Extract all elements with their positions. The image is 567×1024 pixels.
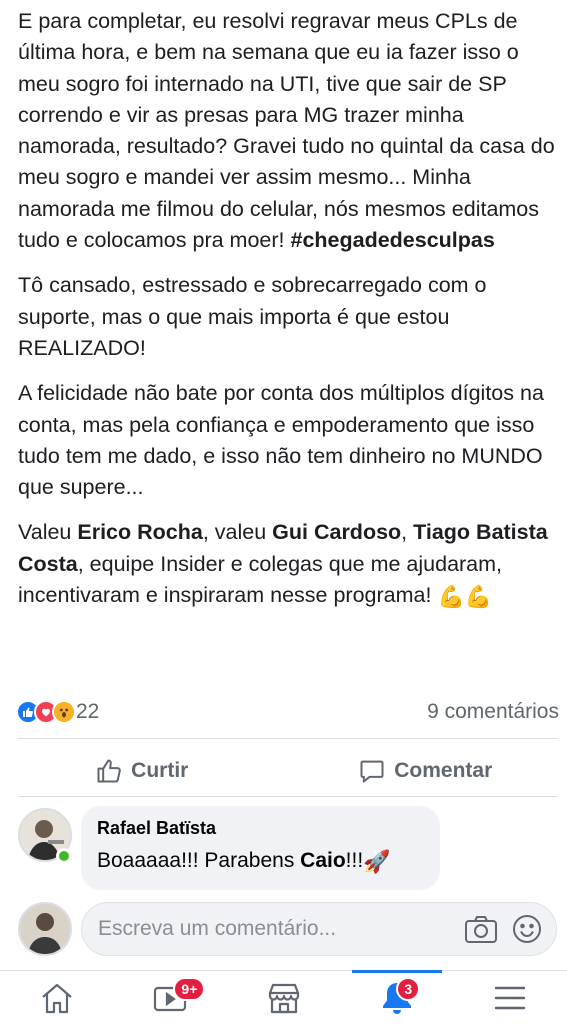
reactions-bar: 22 9 comentários — [16, 698, 559, 726]
comment-button[interactable]: Comentar — [284, 748, 567, 794]
text-segment: , — [401, 520, 414, 545]
reactions-summary[interactable]: 22 — [16, 700, 99, 724]
comment-author[interactable]: Rafael Batïsta — [97, 818, 424, 839]
comment-input-placeholder: Escreva um comentário... — [98, 917, 337, 940]
menu-icon — [495, 986, 526, 1009]
tab-watch[interactable]: 9+ — [113, 971, 226, 1024]
notifications-badge: 3 — [396, 977, 421, 1001]
tab-home[interactable] — [0, 971, 113, 1024]
like-button[interactable]: Curtir — [0, 748, 284, 794]
post-paragraph-4: Valeu Erico Rocha, valeu Gui Cardoso, Ti… — [18, 517, 558, 612]
tab-marketplace[interactable] — [227, 971, 340, 1024]
reaction-icons — [16, 700, 76, 724]
mention-link[interactable]: Caio — [300, 849, 346, 872]
text-segment: , valeu — [202, 520, 273, 545]
bottom-tab-bar: 9+ 3 — [0, 970, 567, 1024]
marketplace-icon — [268, 983, 299, 1013]
speech-bubble-icon — [360, 760, 384, 783]
tab-menu[interactable] — [454, 971, 567, 1024]
online-status-dot — [56, 848, 72, 864]
input-icons — [450, 914, 542, 944]
reaction-count: 22 — [76, 700, 100, 723]
avatar — [18, 902, 72, 956]
post-paragraph-1: E para completar, eu resolvi regravar me… — [18, 6, 558, 256]
comment-bubble[interactable]: Rafael Batïsta Boaaaaa!!! Parabens Caio!… — [81, 806, 440, 890]
comment-count-link[interactable]: 9 comentários — [427, 700, 559, 724]
text-segment: Valeu — [18, 520, 78, 545]
rocket-emoji: 🚀 — [363, 849, 391, 874]
post-paragraph-3: A felicidade não bate por conta dos múlt… — [18, 381, 544, 500]
text-segment: !!! — [345, 849, 364, 872]
comment-item: Rafael Batïsta Boaaaaa!!! Parabens Caio!… — [18, 806, 558, 892]
post-actions: Curtir Comentar — [0, 748, 567, 794]
post-text: E para completar, eu resolvi regravar me… — [18, 6, 558, 626]
hashtag-link[interactable]: #chegadedesculpas — [290, 228, 494, 252]
comment-text: Boaaaaa!!! Parabens Caio!!!🚀 — [97, 849, 424, 875]
emoji-icon[interactable] — [512, 914, 542, 944]
home-icon — [41, 983, 72, 1013]
mention-link[interactable]: Erico Rocha — [77, 520, 202, 544]
text-segment: Boaaaaa!!! Parabens — [97, 849, 301, 872]
thumbs-up-icon — [97, 759, 121, 783]
wow-icon — [52, 700, 76, 724]
post-paragraph-2: Tô cansado, estressado e sobrecarregado … — [18, 273, 487, 360]
comment-input[interactable]: Escreva um comentário... — [81, 902, 557, 956]
text-segment: , equipe Insider e colegas que me ajudar… — [18, 551, 503, 608]
camera-icon[interactable] — [464, 914, 498, 944]
like-label: Curtir — [131, 759, 189, 782]
divider — [18, 738, 558, 739]
divider — [18, 796, 558, 797]
comment-composer: Escreva um comentário... — [18, 900, 558, 958]
watch-badge: 9+ — [173, 977, 206, 1001]
mention-link[interactable]: Gui Cardoso — [272, 520, 401, 544]
flexed-biceps-emoji: 💪💪 — [437, 584, 493, 610]
post-paragraph-1-text: E para completar, eu resolvi regravar me… — [18, 9, 555, 253]
tab-notifications[interactable]: 3 — [340, 970, 453, 1024]
comment-label: Comentar — [394, 759, 493, 782]
